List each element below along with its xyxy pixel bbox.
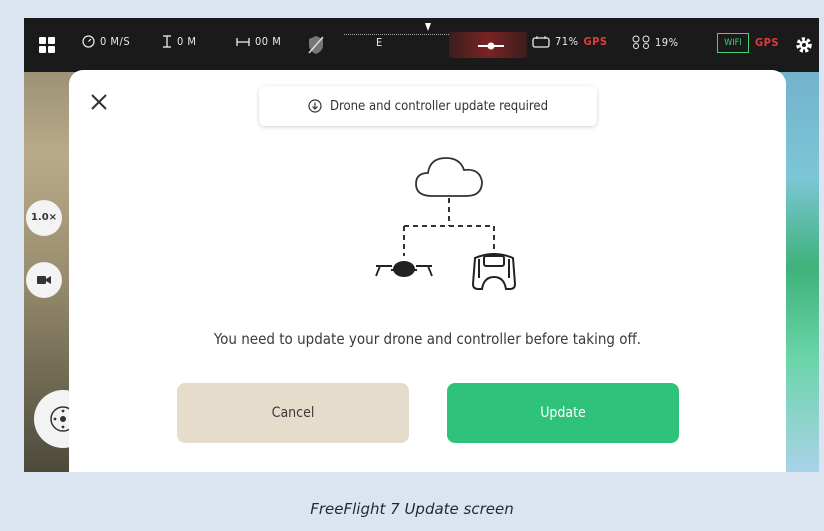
speedometer-icon	[82, 35, 95, 48]
download-icon	[308, 99, 322, 113]
camera-mode-button[interactable]	[26, 262, 62, 298]
zoom-button[interactable]: 1.0×	[26, 200, 62, 236]
controller-battery: 71% GPS	[532, 35, 608, 48]
speed-value: 0 M/S	[100, 35, 131, 48]
update-required-banner: Drone and controller update required	[259, 86, 597, 126]
drone-battery: 19%	[632, 35, 679, 49]
gps-status-left: GPS	[583, 35, 608, 48]
zoom-label: 1.0×	[30, 212, 58, 223]
distance-value: 00 M	[255, 35, 282, 48]
update-button[interactable]: Update	[447, 383, 679, 443]
gps-status-right-label: GPS	[755, 36, 779, 49]
close-icon[interactable]	[89, 92, 109, 112]
app-screenshot: 0 M/S 0 M 00 M E 71% GPS 19% WIFI GPS 1.…	[24, 18, 819, 472]
update-message: You need to update your drone and contro…	[213, 330, 642, 348]
controller-icon	[532, 35, 550, 48]
connection-lines	[403, 198, 495, 256]
video-camera-icon	[37, 276, 51, 284]
wifi-label: WIFI	[724, 38, 742, 48]
drone-icon	[632, 35, 650, 49]
update-diagram	[375, 157, 517, 290]
update-modal: Drone and controller update required You…	[69, 70, 786, 472]
speed-indicator: 0 M/S	[82, 35, 130, 48]
update-label: Update	[540, 405, 586, 421]
menu-grid-icon[interactable]	[39, 37, 55, 53]
compass-heading-label: E	[376, 36, 383, 49]
cancel-label: Cancel	[271, 405, 315, 421]
distance-indicator: 00 M	[236, 35, 281, 48]
altitude-value: 0 M	[177, 35, 197, 48]
controller-battery-value: 71%	[555, 35, 579, 48]
drone-heading-icon	[478, 42, 504, 50]
wifi-status: WIFI	[717, 33, 749, 53]
compass-heading: E	[376, 36, 383, 49]
figure-caption: FreeFlight 7 Update screen	[310, 500, 514, 518]
cancel-button[interactable]: Cancel	[177, 383, 409, 443]
distance-icon	[236, 37, 250, 46]
drone-battery-value: 19%	[655, 35, 679, 49]
heading-marker-icon	[425, 23, 431, 31]
banner-text: Drone and controller update required	[329, 98, 549, 114]
drone-icon	[375, 261, 433, 277]
cloud-icon	[415, 157, 483, 197]
gps-status-right: GPS	[755, 36, 779, 49]
no-obstacle-avoidance-icon	[308, 36, 324, 54]
altitude-indicator: 0 M	[162, 35, 196, 48]
controller-icon	[471, 253, 517, 290]
gear-icon[interactable]	[794, 35, 814, 55]
altitude-icon	[163, 35, 171, 48]
status-bar: 0 M/S 0 M 00 M E 71% GPS 19% WIFI GPS	[24, 18, 819, 72]
